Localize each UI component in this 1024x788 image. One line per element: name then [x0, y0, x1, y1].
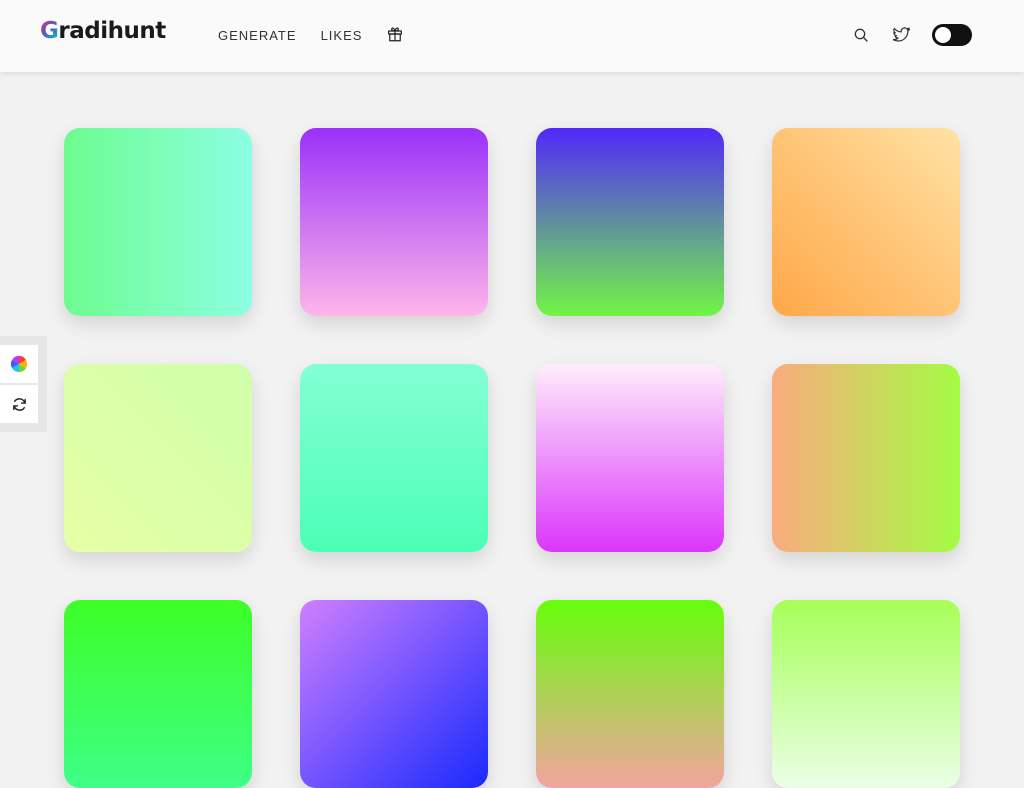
gradient-card[interactable]: [64, 364, 252, 552]
gradient-card[interactable]: [64, 128, 252, 316]
search-button[interactable]: [850, 24, 872, 46]
gradient-card[interactable]: [300, 600, 488, 788]
nav-generate-link[interactable]: GENERATE: [218, 28, 297, 43]
refresh-icon: [12, 397, 26, 411]
gradient-card[interactable]: [300, 128, 488, 316]
top-header: Gradihunt GENERATE LIKES: [0, 0, 1024, 72]
header-actions: [850, 24, 972, 46]
gift-icon[interactable]: [386, 25, 404, 43]
gradient-card[interactable]: [536, 364, 724, 552]
twitter-button[interactable]: [891, 24, 913, 46]
gradient-card[interactable]: [536, 600, 724, 788]
gradient-card[interactable]: [772, 128, 960, 316]
color-picker-button[interactable]: [0, 345, 38, 383]
gradient-card[interactable]: [64, 600, 252, 788]
dark-mode-toggle[interactable]: [932, 24, 972, 46]
search-icon: [854, 28, 868, 42]
gradient-grid: [64, 128, 960, 788]
logo-text: radihunt: [58, 18, 166, 44]
main-nav: GENERATE LIKES: [218, 25, 404, 43]
side-toolbar: [0, 336, 47, 432]
gradient-card[interactable]: [772, 600, 960, 788]
gradient-card[interactable]: [772, 364, 960, 552]
gradient-card[interactable]: [300, 364, 488, 552]
color-wheel-icon: [10, 355, 28, 373]
twitter-icon: [893, 27, 911, 42]
gradient-card[interactable]: [536, 128, 724, 316]
nav-likes-link[interactable]: LIKES: [321, 28, 363, 43]
refresh-button[interactable]: [0, 385, 38, 423]
toggle-knob: [935, 27, 951, 43]
gradihunt-logo[interactable]: Gradihunt: [40, 18, 166, 44]
logo-first-letter: G: [40, 18, 59, 44]
